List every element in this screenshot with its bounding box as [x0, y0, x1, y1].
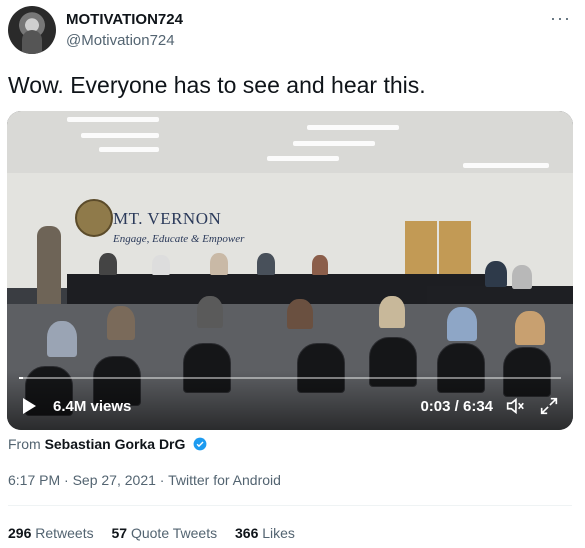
audience-figure	[515, 311, 545, 345]
divider	[8, 505, 572, 506]
banner-title: MT. VERNON	[113, 209, 222, 228]
video-progress-bar[interactable]	[19, 377, 561, 379]
banner-tagline: Engage, Educate & Empower	[113, 233, 245, 245]
likes-label: Likes	[262, 525, 295, 541]
board-table	[67, 274, 487, 304]
tweet-header: MOTIVATION724 @Motivation724 ···	[8, 6, 577, 58]
speaker-figure	[37, 226, 61, 306]
tweet-text: Wow. Everyone has to see and hear this.	[8, 72, 426, 98]
ceiling-light	[463, 163, 549, 168]
video-player[interactable]: MT. VERNON Engage, Educate & Empower 6.4…	[7, 111, 573, 430]
retweets-label: Retweets	[35, 525, 94, 541]
source-account-link[interactable]: Sebastian Gorka DrG	[45, 436, 186, 452]
more-options-icon[interactable]: ···	[550, 8, 571, 29]
ceiling-light	[293, 141, 375, 146]
source-prefix: From	[8, 436, 41, 452]
tweet-time[interactable]: 6:17 PM	[8, 472, 60, 488]
likes-count: 366	[235, 525, 259, 541]
board-member-figure	[257, 253, 275, 275]
ceiling-light	[307, 125, 399, 130]
board-member-figure	[312, 255, 328, 275]
retweets-stat[interactable]: 296 Retweets	[8, 525, 98, 541]
video-scene-banner: MT. VERNON Engage, Educate & Empower	[113, 209, 244, 245]
ceiling-light	[267, 156, 339, 161]
video-progress-fill	[19, 377, 24, 379]
ceiling-light	[81, 133, 159, 138]
quote-tweets-label: Quote Tweets	[130, 525, 218, 541]
tweet-date[interactable]: Sep 27, 2021	[73, 472, 156, 488]
audience-figure	[197, 296, 223, 328]
author-name[interactable]: MOTIVATION724	[66, 11, 183, 28]
audience-figure	[379, 296, 405, 328]
meta-separator: ·	[64, 472, 69, 488]
verified-badge-icon	[193, 437, 207, 451]
board-member-figure	[485, 261, 507, 287]
video-view-count: 6.4M views	[53, 398, 132, 415]
board-member-figure	[152, 255, 170, 275]
fullscreen-icon[interactable]	[538, 395, 560, 417]
retweets-count: 296	[8, 525, 32, 541]
audience-figure	[447, 307, 477, 341]
meta-separator: ·	[159, 472, 165, 488]
ceiling-light	[67, 117, 159, 122]
audience-figure	[47, 321, 77, 357]
board-member-figure	[512, 265, 532, 289]
board-member-figure	[99, 253, 117, 275]
tweet-stats: 296 Retweets 57 Quote Tweets 366 Likes	[8, 525, 309, 541]
play-icon[interactable]	[23, 398, 36, 414]
video-source-attribution: From Sebastian Gorka DrG	[8, 436, 207, 452]
likes-stat[interactable]: 366 Likes	[235, 525, 295, 541]
quote-tweets-count: 57	[111, 525, 128, 541]
mute-icon[interactable]	[504, 395, 526, 417]
board-member-figure	[210, 253, 228, 275]
tweet-metadata: 6:17 PM · Sep 27, 2021 · Twitter for And…	[8, 472, 281, 488]
avatar[interactable]	[8, 6, 56, 54]
ceiling-light	[99, 147, 159, 152]
author-handle[interactable]: @Motivation724	[66, 32, 175, 49]
video-timestamp: 0:03 / 6:34	[420, 398, 493, 415]
audience-figure	[107, 306, 135, 340]
quote-tweets-stat[interactable]: 57 Quote Tweets	[112, 525, 222, 541]
district-seal-logo	[75, 199, 113, 237]
audience-figure	[287, 299, 313, 329]
tweet-client[interactable]: Twitter for Android	[168, 472, 281, 488]
